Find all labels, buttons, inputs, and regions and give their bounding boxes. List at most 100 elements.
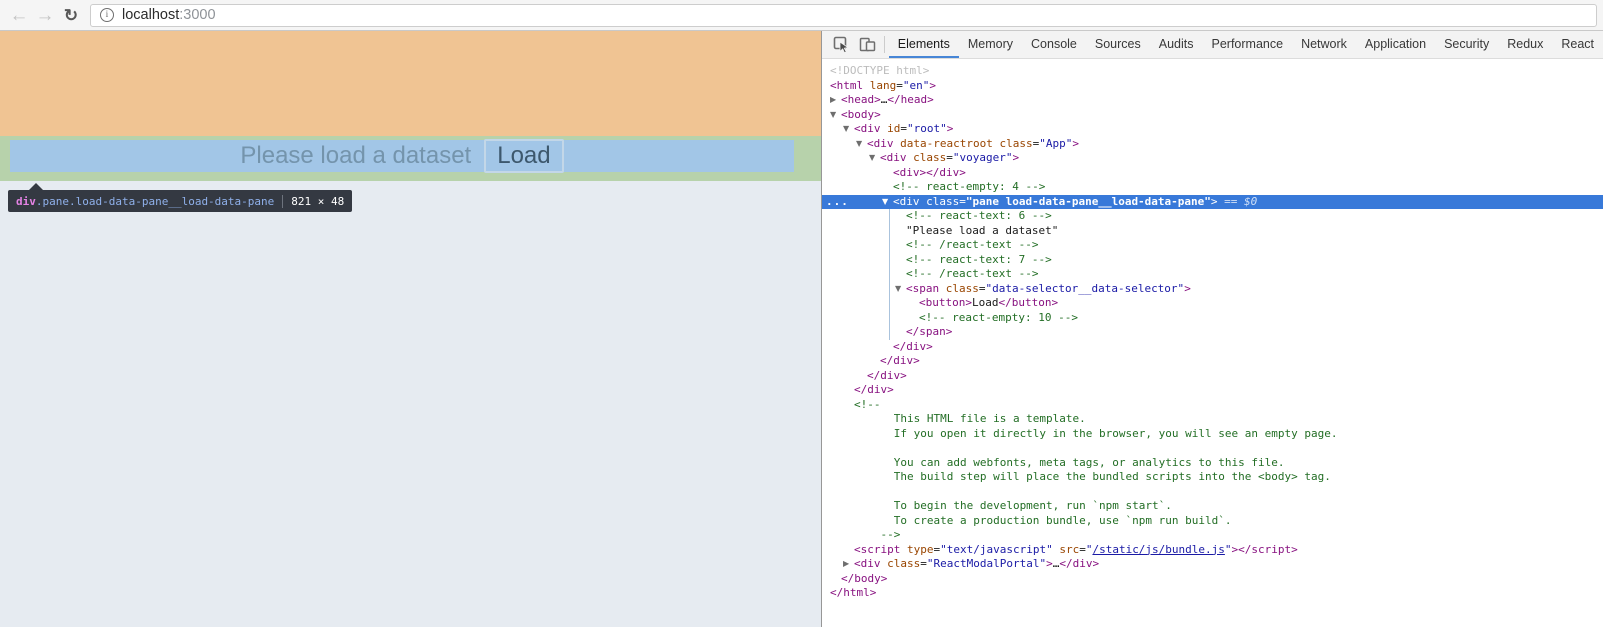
- page-info-icon[interactable]: i: [100, 8, 114, 22]
- inspect-element-icon[interactable]: [829, 32, 855, 58]
- code-line[interactable]: ▼ <body>: [822, 108, 1603, 123]
- tab-elements[interactable]: Elements: [889, 31, 959, 58]
- code-token-attr: lang: [869, 78, 897, 92]
- tab-audits[interactable]: Audits: [1150, 31, 1203, 58]
- code-token-tag: >: [1046, 557, 1053, 570]
- devtools-panel: Elements Memory Console Sources Audits Perfor…: [821, 31, 1603, 627]
- code-line[interactable]: You can add webfonts, meta tags, or anal…: [822, 456, 1603, 471]
- code-token-tag: <div: [854, 122, 881, 135]
- code-token-tag: </div>: [854, 383, 894, 396]
- code-line[interactable]: </span>: [822, 325, 1603, 340]
- code-token-dim: <!DOCTYPE html>: [830, 64, 930, 77]
- code-line[interactable]: <!-- react-empty: 4 -->: [822, 180, 1603, 195]
- forward-button[interactable]: →: [32, 2, 58, 28]
- overflow-menu-icon[interactable]: ...: [826, 195, 849, 210]
- code-line[interactable]: <!DOCTYPE html>: [822, 64, 1603, 79]
- code-token-tag: </div>: [893, 339, 933, 353]
- code-token-tag: >: [929, 78, 936, 92]
- expand-arrow-down-icon[interactable]: ▼: [843, 122, 854, 137]
- code-line[interactable]: <div></div>: [822, 166, 1603, 181]
- code-line[interactable]: To create a production bundle, use `npm …: [822, 514, 1603, 529]
- code-line[interactable]: <!-- /react-text -->: [822, 238, 1603, 253]
- expand-arrow-down-icon[interactable]: ▼: [856, 137, 867, 152]
- code-token-tag: <div: [893, 194, 920, 208]
- code-token-tag: >: [946, 122, 954, 135]
- code-line[interactable]: <html lang="en">: [822, 79, 1603, 94]
- tooltip-element-tag: div: [16, 194, 36, 208]
- code-line[interactable]: To begin the development, run `npm start…: [822, 499, 1603, 514]
- code-token-tag: <div></div>: [893, 165, 966, 179]
- code-token-com: <!-- react-text: 6 -->: [906, 209, 1052, 222]
- tab-console[interactable]: Console: [1022, 31, 1086, 58]
- code-line[interactable]: -->: [822, 528, 1603, 543]
- code-token-tag: <span: [906, 281, 940, 295]
- devtools-toolbar: Elements Memory Console Sources Audits Perfor…: [822, 31, 1603, 59]
- code-line[interactable]: <!-- react-text: 6 -->: [822, 209, 1603, 224]
- code-token-tag: <div: [880, 151, 907, 164]
- code-line[interactable]: <!-- react-text: 7 -->: [822, 253, 1603, 268]
- code-token-txt: Load: [971, 296, 999, 309]
- code-line[interactable]: ▶ <div class="ReactModalPortal">…</div>: [822, 557, 1603, 572]
- code-line[interactable]: </div>: [822, 340, 1603, 355]
- code-line[interactable]: </html>: [822, 586, 1603, 601]
- code-line[interactable]: ▶ <head>…</head>: [822, 93, 1603, 108]
- page-viewport: Please load a dataset Load div .pane.load…: [0, 31, 821, 627]
- code-token-val: "en": [902, 78, 930, 92]
- reload-button[interactable]: ↻: [58, 2, 84, 28]
- tab-performance[interactable]: Performance: [1203, 31, 1293, 58]
- code-line[interactable]: "Please load a dataset": [822, 224, 1603, 239]
- code-line[interactable]: If you open it directly in the browser, …: [822, 427, 1603, 442]
- code-line[interactable]: [822, 441, 1603, 456]
- tab-network[interactable]: Network: [1292, 31, 1356, 58]
- code-line[interactable]: </body>: [822, 572, 1603, 587]
- code-token-com: To begin the development, run `npm start…: [854, 499, 1172, 512]
- code-line[interactable]: ▼ <span class="data-selector__data-select…: [822, 282, 1603, 297]
- code-line[interactable]: <script type="text/javascript" src="/sta…: [822, 543, 1603, 558]
- code-line[interactable]: </div>: [822, 383, 1603, 398]
- code-line[interactable]: <!--: [822, 398, 1603, 413]
- code-line[interactable]: The build step will place the bundled sc…: [822, 470, 1603, 485]
- code-line[interactable]: <button>Load</button>: [822, 296, 1603, 311]
- code-line[interactable]: <!-- /react-text -->: [822, 267, 1603, 282]
- expand-arrow-right-icon[interactable]: ▶: [843, 557, 854, 572]
- code-line[interactable]: <!-- react-empty: 10 -->: [822, 311, 1603, 326]
- code-token-com: <!-- /react-text -->: [906, 238, 1039, 251]
- code-line[interactable]: </div>: [822, 354, 1603, 369]
- code-token-meta: == $0: [1217, 194, 1258, 208]
- tab-security[interactable]: Security: [1435, 31, 1498, 58]
- code-token-val: "ReactModalPortal": [926, 557, 1047, 570]
- code-line[interactable]: [822, 485, 1603, 500]
- code-token-tag: </div>: [1059, 557, 1100, 570]
- back-button[interactable]: ←: [6, 2, 32, 28]
- expand-arrow-down-icon[interactable]: ▼: [830, 108, 841, 123]
- code-line[interactable]: </div>: [822, 369, 1603, 384]
- expand-arrow-down-icon[interactable]: ▼: [895, 282, 906, 297]
- address-bar[interactable]: i localhost:3000: [90, 3, 1597, 27]
- code-line[interactable]: ▼ <div data-reactroot class="App">: [822, 137, 1603, 152]
- code-token-txt: =: [1079, 542, 1086, 556]
- tab-sources[interactable]: Sources: [1086, 31, 1150, 58]
- code-token-tag: <body>: [841, 107, 881, 121]
- expand-arrow-right-icon[interactable]: ▶: [830, 93, 841, 108]
- load-button[interactable]: Load: [484, 139, 564, 173]
- code-token-tag: </div>: [867, 368, 907, 382]
- tooltip-dimensions: 821 × 48: [291, 194, 345, 208]
- expand-arrow-down-icon[interactable]: ▼: [882, 195, 893, 210]
- expand-arrow-down-icon[interactable]: ▼: [869, 151, 880, 166]
- tab-react[interactable]: React: [1552, 31, 1603, 58]
- code-line[interactable]: ▼ <div id="root">: [822, 122, 1603, 137]
- tab-memory[interactable]: Memory: [959, 31, 1022, 58]
- code-token-attr: type: [906, 542, 934, 556]
- device-toolbar-icon[interactable]: [855, 32, 881, 58]
- code-line-selected[interactable]: ... ▼ <div class="pane load-data-pane__loa…: [822, 194, 1603, 210]
- code-line[interactable]: ▼ <div class="voyager">: [822, 151, 1603, 166]
- code-line[interactable]: This HTML file is a template.: [822, 412, 1603, 427]
- code-token-txt: =: [896, 78, 903, 92]
- code-token-txt: =: [959, 194, 966, 208]
- code-token-tag: >: [1210, 194, 1218, 208]
- tab-redux[interactable]: Redux: [1498, 31, 1552, 58]
- tab-application[interactable]: Application: [1356, 31, 1435, 58]
- code-token-attr: id: [887, 122, 901, 135]
- code-token-com: If you open it directly in the browser, …: [854, 426, 1338, 440]
